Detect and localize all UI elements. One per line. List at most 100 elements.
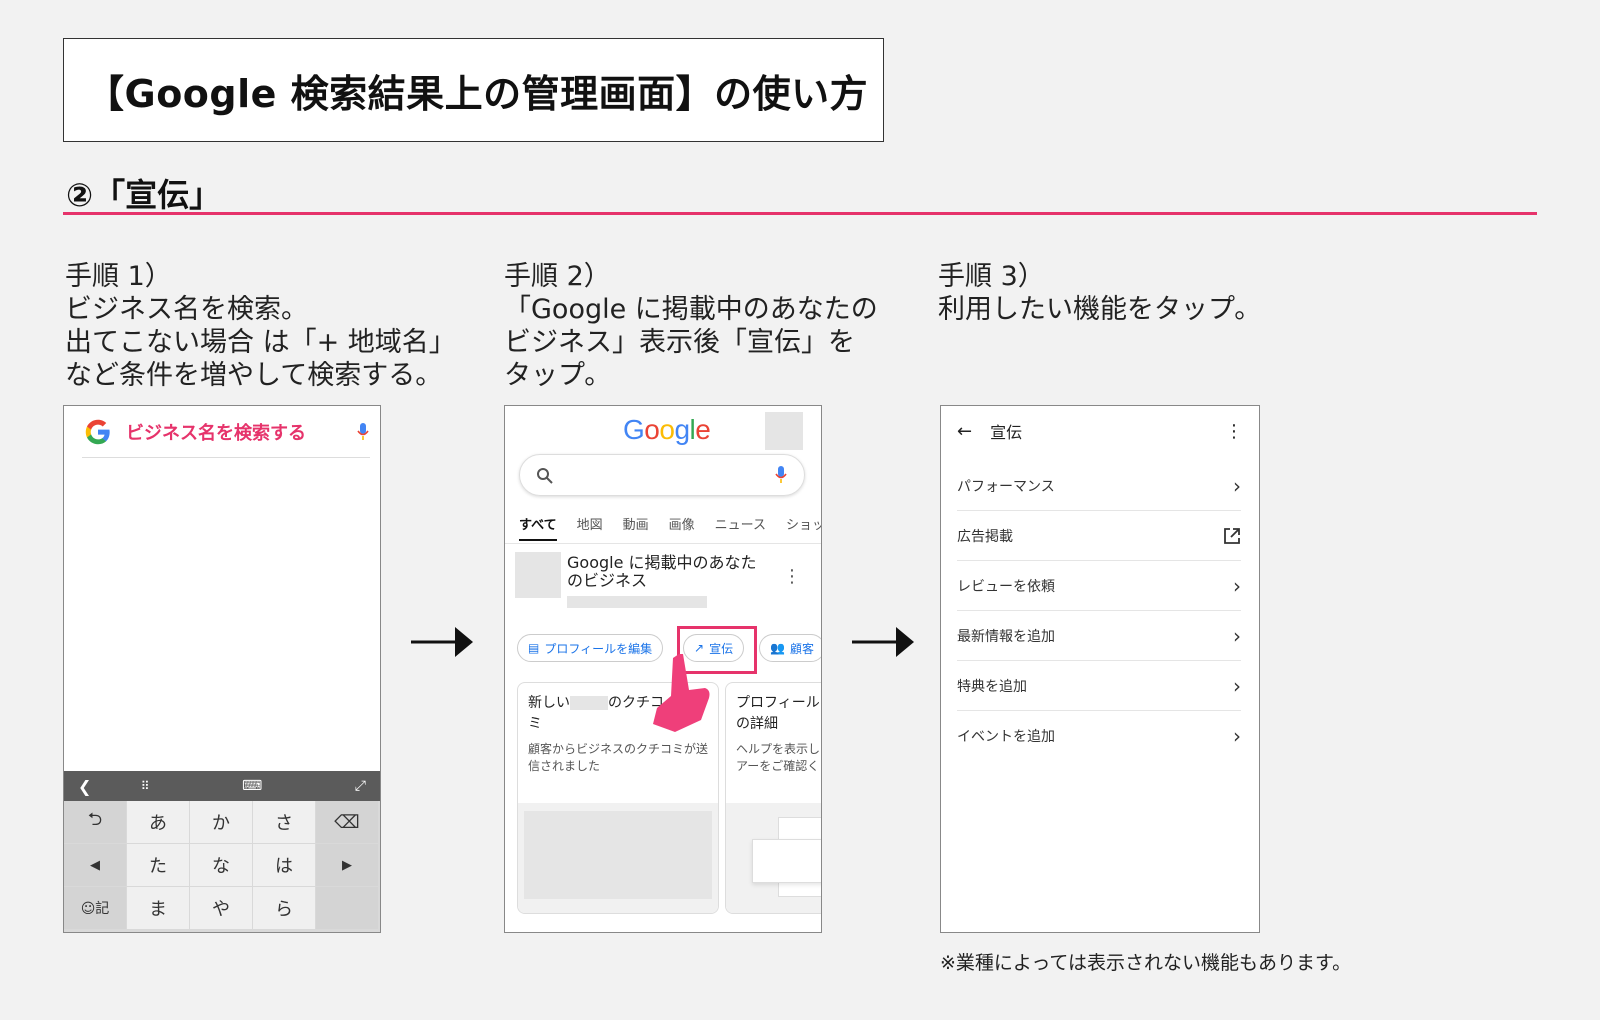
key-ya[interactable]: や	[190, 887, 252, 929]
key-a[interactable]: あ	[127, 801, 189, 843]
divider	[505, 543, 821, 544]
menu-item-label: イベントを追加	[957, 729, 1055, 745]
card-image	[726, 803, 821, 913]
menu-item-add-offer[interactable]: 特典を追加 ›	[957, 661, 1241, 711]
step-line: 「Google に掲載中のあなたの	[504, 294, 878, 325]
enter-key[interactable]	[316, 887, 378, 929]
footnote: ※業種によっては表示されない機能もあります。	[940, 952, 1352, 974]
menu-item-ads[interactable]: 広告掲載	[957, 511, 1241, 561]
menu-item-label: パフォーマンス	[957, 478, 1055, 495]
menu-item-request-review[interactable]: レビューを依頼 ›	[957, 561, 1241, 611]
key-na[interactable]: な	[190, 844, 252, 886]
customers-button[interactable]: 👥 顧客	[759, 634, 821, 662]
business-panel-title: Google に掲載中のあなたのビジネス	[567, 553, 757, 590]
profile-details-card[interactable]: プロフィールの詳細 ヘルプを表示しアーをご確認く	[725, 682, 821, 914]
card-title-part: 新しい	[528, 695, 570, 711]
storefront-icon: ▤	[528, 641, 540, 655]
edit-profile-button[interactable]: ▤ プロフィールを編集	[517, 634, 664, 662]
menu-item-performance[interactable]: パフォーマンス ›	[957, 461, 1241, 511]
section-heading: ②「宣伝」	[66, 176, 222, 214]
tab-images[interactable]: 画像	[669, 514, 695, 541]
card-title-part: ミ	[528, 716, 542, 732]
card-title: 新しい のクチコ ミ	[528, 693, 664, 735]
key-ra[interactable]: ら	[253, 887, 315, 929]
tab-videos[interactable]: 動画	[623, 514, 649, 541]
undo-key[interactable]: ⮌	[64, 801, 126, 843]
chevron-right-icon: ›	[1233, 473, 1241, 498]
step-1-text: 手順 1） ビジネス名を検索。 出てこない場合 は「+ 地域名」 など条件を増や…	[65, 260, 456, 392]
search-input[interactable]	[519, 454, 805, 496]
people-icon: 👥	[770, 641, 785, 655]
search-placeholder: ビジネス名を検索する	[126, 422, 306, 444]
card-description: 顧客からビジネスのクチコミが送信されました	[528, 742, 709, 773]
backspace-key[interactable]: ⌫	[316, 801, 378, 843]
arrow-right-icon	[852, 627, 914, 657]
menu-item-label: レビューを依頼	[957, 578, 1055, 595]
key-ka[interactable]: か	[190, 801, 252, 843]
more-vert-icon[interactable]: ⋮	[783, 566, 801, 587]
chevron-left-icon[interactable]: ❮	[78, 777, 91, 796]
arrow-right-icon	[411, 627, 473, 657]
step-2-text: 手順 2） 「Google に掲載中のあなたの ビジネス」表示後「宣伝」を タッ…	[504, 260, 878, 392]
step-line: ビジネス」表示後「宣伝」を	[504, 327, 855, 358]
hand-pointer-icon	[653, 654, 710, 732]
tab-shopping[interactable]: ショッ	[786, 514, 821, 541]
page-title: 【Google 検索結果上の管理画面】の使い方	[86, 71, 869, 116]
chevron-right-icon: ›	[1233, 573, 1241, 598]
phone-step-3: ← 宣伝 ⋮ パフォーマンス › 広告掲載 レビューを依頼 › 最新情報を追加 …	[940, 405, 1260, 933]
step-heading: 手順 1）	[65, 261, 172, 292]
step-3-text: 手順 3） 利用したい機能をタップ。	[938, 260, 1261, 326]
chevron-right-icon: ›	[1233, 724, 1241, 748]
chip-label: プロフィールを編集	[544, 641, 653, 656]
step-line: ビジネス名を検索。	[65, 294, 308, 325]
open-external-icon	[1224, 527, 1240, 544]
google-g-icon	[85, 419, 110, 444]
left-key[interactable]: ◀	[64, 844, 126, 886]
mic-icon[interactable]	[774, 465, 788, 485]
mic-icon[interactable]	[356, 422, 370, 442]
card-image	[518, 803, 718, 913]
key-ha[interactable]: は	[253, 844, 315, 886]
keyboard-icon[interactable]: ⌨	[242, 778, 262, 794]
key-sa[interactable]: さ	[253, 801, 315, 843]
phone-step-2: Google すべて 地図 動画 画像 ニュース ショッ Google に掲載中…	[504, 405, 822, 933]
right-key[interactable]: ▶	[316, 844, 378, 886]
section-divider	[63, 212, 1537, 215]
keyboard: ⮌ あ か さ ⌫ ◀ た な は ▶ ☺記 ま や ら	[64, 801, 380, 932]
menu-item-label: 広告掲載	[957, 528, 1013, 545]
tab-all[interactable]: すべて	[519, 514, 557, 541]
business-thumbnail	[515, 552, 561, 598]
emoji-key[interactable]: ☺記	[64, 887, 126, 929]
chip-label: 顧客	[789, 641, 814, 656]
app-header: ← 宣伝 ⋮	[941, 406, 1259, 456]
search-bar[interactable]: ビジネス名を検索する	[82, 406, 370, 458]
menu-item-add-event[interactable]: イベントを追加 ›	[957, 711, 1241, 761]
card-description: ヘルプを表示しアーをご確認く	[736, 742, 821, 773]
tab-news[interactable]: ニュース	[715, 514, 766, 541]
google-logo: Google	[623, 414, 711, 445]
chevron-right-icon: ›	[1233, 623, 1241, 648]
search-tabs: すべて 地図 動画 画像 ニュース ショッ	[519, 514, 821, 541]
expand-icon[interactable]: ⤢	[355, 778, 366, 794]
menu-item-label: 特典を追加	[957, 678, 1027, 695]
screen-title: 宣伝	[990, 423, 1023, 442]
dots-grid-icon[interactable]: ⠿	[141, 779, 150, 793]
key-ma[interactable]: ま	[127, 887, 189, 929]
step-line: タップ。	[504, 360, 612, 391]
step-heading: 手順 3）	[938, 261, 1045, 292]
step-line: 利用したい機能をタップ。	[938, 294, 1262, 325]
tab-maps[interactable]: 地図	[577, 514, 603, 541]
step-line: 出てこない場合 は「+ 地域名」	[65, 327, 456, 358]
chevron-right-icon: ›	[1233, 673, 1241, 698]
back-arrow-icon[interactable]: ←	[957, 421, 972, 442]
business-name-placeholder	[567, 596, 707, 608]
search-icon	[537, 468, 553, 484]
step-heading: 手順 2）	[504, 261, 611, 292]
more-vert-icon[interactable]: ⋮	[1225, 421, 1243, 442]
key-ta[interactable]: た	[127, 844, 189, 886]
name-placeholder	[570, 696, 608, 710]
avatar[interactable]	[765, 412, 803, 450]
menu-item-add-update[interactable]: 最新情報を追加 ›	[957, 611, 1241, 661]
keyboard-toolbar: ❮ ⚙ ⠿ ⌨ ⤢	[64, 771, 380, 801]
step-line: など条件を増やして検索する。	[65, 360, 443, 391]
